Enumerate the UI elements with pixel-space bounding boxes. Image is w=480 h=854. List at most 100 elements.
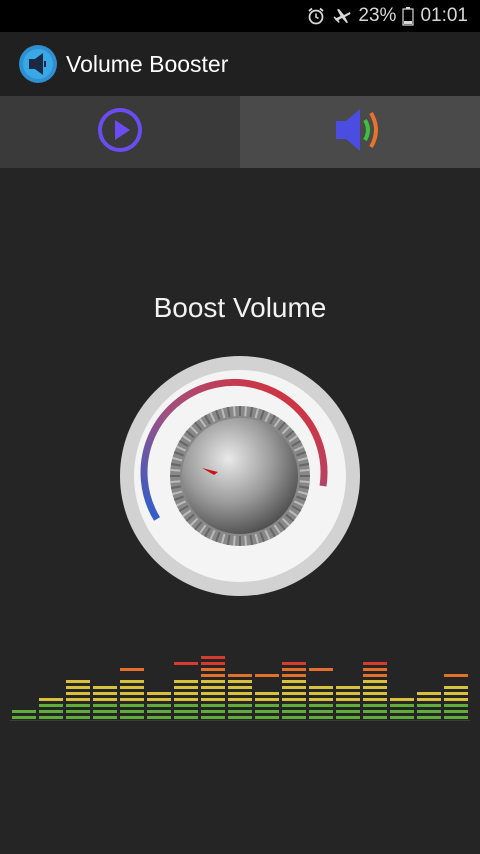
equalizer-peak	[444, 674, 468, 677]
equalizer-segment	[282, 680, 306, 683]
equalizer-segment	[228, 680, 252, 683]
equalizer-segment	[282, 668, 306, 671]
equalizer-segment	[363, 686, 387, 689]
equalizer-segment	[120, 692, 144, 695]
equalizer-segment	[336, 704, 360, 707]
equalizer-segment	[174, 716, 198, 719]
equalizer-segment	[228, 710, 252, 713]
equalizer-segment	[120, 680, 144, 683]
equalizer-segment	[282, 698, 306, 701]
equalizer-segment	[174, 710, 198, 713]
equalizer-segment	[39, 716, 63, 719]
app-bar: Volume Booster	[0, 32, 480, 96]
equalizer-segment	[255, 704, 279, 707]
equalizer-segment	[444, 692, 468, 695]
equalizer-segment	[282, 674, 306, 677]
equalizer-segment	[66, 680, 90, 683]
airplane-mode-icon	[332, 6, 352, 26]
battery-icon	[402, 6, 415, 26]
equalizer-segment	[417, 710, 441, 713]
equalizer-segment	[309, 698, 333, 701]
equalizer-segment	[66, 686, 90, 689]
equalizer-segment	[390, 716, 414, 719]
tab-player[interactable]	[0, 96, 240, 168]
equalizer-segment	[93, 704, 117, 707]
equalizer-visualizer	[0, 598, 480, 722]
equalizer-segment	[93, 692, 117, 695]
equalizer-segment	[363, 704, 387, 707]
app-title: Volume Booster	[66, 51, 229, 77]
equalizer-segment	[201, 704, 225, 707]
equalizer-segment	[120, 686, 144, 689]
equalizer-segment	[201, 668, 225, 671]
equalizer-segment	[174, 704, 198, 707]
clock: 01:01	[420, 5, 468, 26]
equalizer-segment	[66, 710, 90, 713]
equalizer-peak	[309, 668, 333, 671]
equalizer-segment	[12, 716, 36, 719]
equalizer-segment	[201, 698, 225, 701]
status-right: 23% 01:01	[306, 0, 468, 32]
equalizer-segment	[363, 668, 387, 671]
equalizer-segment	[201, 710, 225, 713]
equalizer-segment	[363, 710, 387, 713]
equalizer-segment	[282, 710, 306, 713]
equalizer-segment	[201, 692, 225, 695]
equalizer-segment	[336, 686, 360, 689]
equalizer-segment	[12, 710, 36, 713]
equalizer-segment	[417, 692, 441, 695]
volume-booster-logo-icon	[18, 44, 58, 84]
equalizer-segment	[255, 710, 279, 713]
equalizer-segment	[444, 704, 468, 707]
equalizer-segment	[444, 698, 468, 701]
equalizer-segment	[174, 698, 198, 701]
equalizer-segment	[255, 692, 279, 695]
equalizer-segment	[282, 704, 306, 707]
equalizer-segment	[336, 716, 360, 719]
equalizer-segment	[309, 692, 333, 695]
equalizer-segment	[282, 686, 306, 689]
equalizer-peak	[120, 668, 144, 671]
equalizer-segment	[39, 710, 63, 713]
equalizer-segment	[255, 698, 279, 701]
equalizer-segment	[309, 686, 333, 689]
equalizer-segment	[66, 716, 90, 719]
equalizer-segment	[66, 692, 90, 695]
equalizer-segment	[120, 704, 144, 707]
equalizer-segment	[390, 710, 414, 713]
equalizer-segment	[147, 716, 171, 719]
equalizer-segment	[39, 698, 63, 701]
equalizer-segment	[147, 704, 171, 707]
equalizer-segment	[336, 692, 360, 695]
status-bar: 23% 01:01	[0, 0, 480, 32]
equalizer-segment	[363, 674, 387, 677]
equalizer-segment	[228, 698, 252, 701]
equalizer-segment	[228, 674, 252, 677]
equalizer-segment	[201, 662, 225, 665]
equalizer-segment	[444, 710, 468, 713]
equalizer-segment	[363, 692, 387, 695]
equalizer-peak	[174, 662, 198, 665]
equalizer-segment	[390, 704, 414, 707]
equalizer-segment	[309, 710, 333, 713]
equalizer-segment	[201, 686, 225, 689]
equalizer-segment	[201, 656, 225, 659]
equalizer-segment	[390, 698, 414, 701]
equalizer-segment	[228, 704, 252, 707]
equalizer-segment	[174, 692, 198, 695]
equalizer-segment	[201, 680, 225, 683]
equalizer-segment	[363, 680, 387, 683]
equalizer-segment	[309, 704, 333, 707]
equalizer-segment	[93, 710, 117, 713]
tab-booster[interactable]	[240, 96, 480, 168]
equalizer-segment	[228, 716, 252, 719]
equalizer-segment	[282, 662, 306, 665]
equalizer-segment	[417, 698, 441, 701]
volume-knob[interactable]	[118, 354, 362, 598]
equalizer-segment	[120, 710, 144, 713]
boost-volume-heading: Boost Volume	[153, 292, 327, 323]
tab-bar	[0, 96, 480, 168]
equalizer-segment	[336, 698, 360, 701]
equalizer-segment	[417, 716, 441, 719]
equalizer-segment	[363, 698, 387, 701]
